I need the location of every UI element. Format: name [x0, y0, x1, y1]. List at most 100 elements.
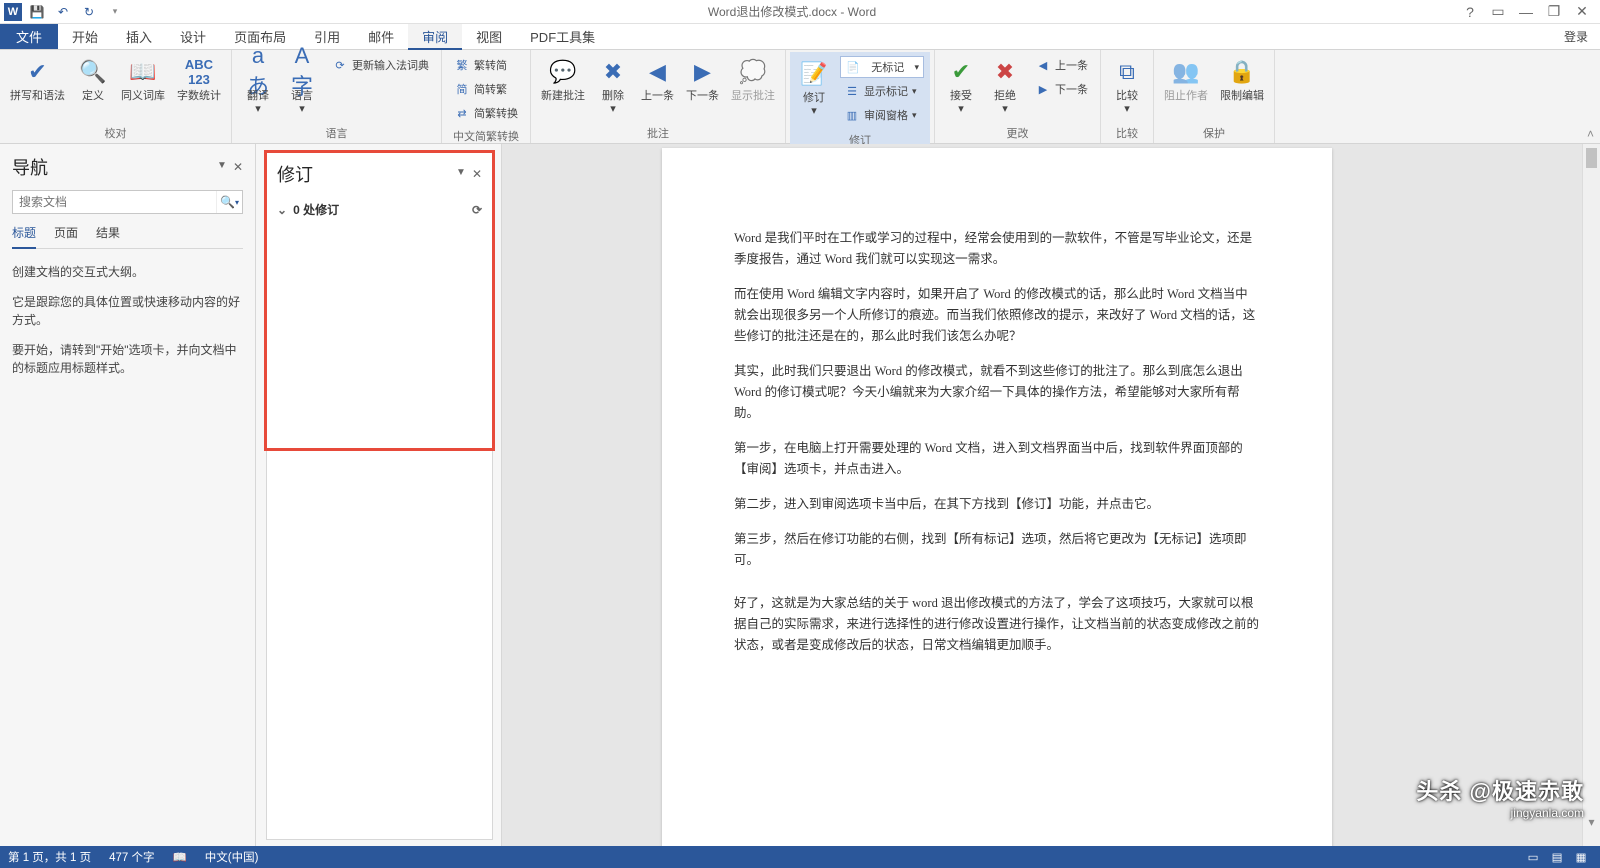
- help-icon[interactable]: ?: [1458, 1, 1482, 23]
- show-comments-icon: 💭: [737, 56, 769, 88]
- track-changes-button[interactable]: 📝修订▾: [792, 54, 836, 122]
- group-tracking: 📝修订▾ 📄无标记▾ ☰显示标记 ▾ ▥审阅窗格 ▾ 修订: [786, 50, 935, 143]
- prev-comment-button[interactable]: ◀上一条: [635, 52, 680, 107]
- redo-icon[interactable]: ↻: [78, 1, 100, 23]
- tab-pdf[interactable]: PDF工具集: [516, 24, 609, 49]
- spelling-button[interactable]: ✔拼写和语法: [4, 52, 71, 107]
- qat-dropdown-icon[interactable]: ▾: [104, 1, 126, 23]
- status-language[interactable]: 中文(中国): [205, 849, 259, 865]
- tab-design[interactable]: 设计: [166, 24, 220, 49]
- nav-close-icon[interactable]: ✕: [233, 160, 243, 174]
- rev-dropdown-icon[interactable]: ▼: [456, 167, 466, 181]
- nav-tab-headings[interactable]: 标题: [12, 224, 36, 249]
- wordcount-button[interactable]: ABC123字数统计: [171, 52, 227, 107]
- define-icon: 🔍: [77, 56, 109, 88]
- collapse-ribbon-icon[interactable]: ˄: [1587, 127, 1594, 141]
- restrict-editing-button[interactable]: 🔒限制编辑: [1214, 52, 1270, 107]
- ribbon-options-icon[interactable]: ▭: [1486, 1, 1510, 23]
- show-markup-button[interactable]: ☰显示标记 ▾: [840, 80, 924, 102]
- next-comment-button[interactable]: ▶下一条: [680, 52, 725, 107]
- reviewing-pane-button[interactable]: ▥审阅窗格 ▾: [840, 104, 924, 126]
- paragraph[interactable]: 第一步，在电脑上打开需要处理的 Word 文档，进入到文档界面当中后，找到软件界…: [734, 438, 1260, 480]
- word-app-icon[interactable]: W: [4, 3, 22, 21]
- tab-review[interactable]: 审阅: [408, 24, 462, 50]
- vertical-scrollbar[interactable]: ▴ ▾: [1582, 144, 1600, 846]
- tab-home[interactable]: 开始: [58, 24, 112, 49]
- group-label: 中文简繁转换: [446, 126, 526, 146]
- nav-tabs: 标题 页面 结果: [12, 224, 243, 249]
- accept-button[interactable]: ✔接受▾: [939, 52, 983, 120]
- page[interactable]: Word 是我们平时在工作或学习的过程中，经常会使用到的一款软件，不管是写毕业论…: [662, 148, 1332, 846]
- scroll-down-icon[interactable]: ▾: [1583, 814, 1600, 830]
- simp-to-trad-button[interactable]: 简简转繁: [450, 78, 522, 100]
- accept-icon: ✔: [945, 56, 977, 88]
- tab-view[interactable]: 视图: [462, 24, 516, 49]
- nav-tab-pages[interactable]: 页面: [54, 224, 78, 248]
- rev-collapse-icon[interactable]: ⌄: [277, 203, 287, 217]
- nav-search[interactable]: 🔍▾: [12, 190, 243, 214]
- group-protect: 👥阻止作者 🔒限制编辑 保护: [1154, 50, 1275, 143]
- nav-search-input[interactable]: [13, 191, 216, 213]
- status-bar: 第 1 页，共 1 页 477 个字 📖 中文(中国) ▭ ▤ ▦: [0, 846, 1600, 868]
- document-area[interactable]: Word 是我们平时在工作或学习的过程中，经常会使用到的一款软件，不管是写毕业论…: [502, 144, 1600, 846]
- status-proof-icon[interactable]: 📖: [172, 850, 186, 864]
- translate-button[interactable]: aあ翻译▾: [236, 52, 280, 120]
- delete-comment-button[interactable]: ✖删除▾: [591, 52, 635, 120]
- status-page[interactable]: 第 1 页，共 1 页: [8, 849, 91, 865]
- define-button[interactable]: 🔍定义: [71, 52, 115, 107]
- restore-icon[interactable]: ❐: [1542, 1, 1566, 23]
- scroll-thumb[interactable]: [1586, 148, 1597, 168]
- minimize-icon[interactable]: —: [1514, 1, 1538, 23]
- language-icon: A字: [286, 56, 318, 88]
- tab-file[interactable]: 文件: [0, 24, 58, 49]
- compare-button[interactable]: ⧉比较▾: [1105, 52, 1149, 120]
- search-icon[interactable]: 🔍▾: [216, 191, 242, 213]
- prev-change-icon: ◀: [1035, 57, 1051, 73]
- reviewing-pane-icon: ▥: [844, 107, 860, 123]
- trad-to-simp-button[interactable]: 繁繁转简: [450, 54, 522, 76]
- paragraph[interactable]: 好了，这就是为大家总结的关于 word 退出修改模式的方法了，学会了这项技巧，大…: [734, 593, 1260, 656]
- group-changes: ✔接受▾ ✖拒绝▾ ◀上一条 ▶下一条 更改: [935, 50, 1101, 143]
- save-icon[interactable]: 💾: [26, 1, 48, 23]
- tab-insert[interactable]: 插入: [112, 24, 166, 49]
- language-button[interactable]: A字语言▾: [280, 52, 324, 120]
- thesaurus-button[interactable]: 📖同义词库: [115, 52, 171, 107]
- undo-icon[interactable]: ↶: [52, 1, 74, 23]
- both-convert-button[interactable]: ⇄简繁转换: [450, 102, 522, 124]
- display-mode-dropdown[interactable]: 📄无标记▾: [840, 56, 924, 78]
- paragraph[interactable]: 第二步，进入到审阅选项卡当中后，在其下方找到【修订】功能，并点击它。: [734, 494, 1260, 515]
- spelling-icon: ✔: [22, 56, 54, 88]
- paragraph[interactable]: 第三步，然后在修订功能的右侧，找到【所有标记】选项，然后将它更改为【无标记】选项…: [734, 529, 1260, 571]
- window-controls: ? ▭ — ❐ ✕: [1458, 1, 1600, 23]
- watermark: 头杀 @极速赤敢 jingyanla.com: [1416, 774, 1584, 820]
- group-language: aあ翻译▾ A字语言▾ ⟳更新输入法词典 语言: [232, 50, 442, 143]
- track-changes-icon: 📝: [798, 58, 830, 90]
- login-link[interactable]: 登录: [1552, 24, 1600, 49]
- new-comment-button[interactable]: 💬新建批注: [535, 52, 591, 107]
- reject-button[interactable]: ✖拒绝▾: [983, 52, 1027, 120]
- view-web-icon[interactable]: ▦: [1570, 848, 1592, 866]
- group-label: 校对: [4, 123, 227, 143]
- nav-tab-results[interactable]: 结果: [96, 224, 120, 248]
- rev-close-icon[interactable]: ✕: [472, 167, 482, 181]
- rev-refresh-icon[interactable]: ⟳: [472, 203, 482, 217]
- close-icon[interactable]: ✕: [1570, 1, 1594, 23]
- rev-list-body: [266, 451, 493, 840]
- tab-mailings[interactable]: 邮件: [354, 24, 408, 49]
- revisions-pane: 修订 ▼ ✕ ⌄0 处修订 ⟳: [256, 144, 502, 846]
- next-change-button[interactable]: ▶下一条: [1031, 78, 1092, 100]
- nav-dropdown-icon[interactable]: ▼: [217, 160, 227, 174]
- update-ime-button[interactable]: ⟳更新输入法词典: [328, 54, 433, 76]
- delete-comment-icon: ✖: [597, 56, 629, 88]
- block-authors-button[interactable]: 👥阻止作者: [1158, 52, 1214, 107]
- paragraph[interactable]: 而在使用 Word 编辑文字内容时，如果开启了 Word 的修改模式的话，那么此…: [734, 284, 1260, 347]
- paragraph[interactable]: 其实，此时我们只要退出 Word 的修改模式，就看不到这些修订的批注了。那么到底…: [734, 361, 1260, 424]
- paragraph[interactable]: Word 是我们平时在工作或学习的过程中，经常会使用到的一款软件，不管是写毕业论…: [734, 228, 1260, 270]
- view-print-icon[interactable]: ▤: [1546, 848, 1568, 866]
- prev-change-button[interactable]: ◀上一条: [1031, 54, 1092, 76]
- group-label: 比较: [1105, 123, 1149, 143]
- show-comments-button[interactable]: 💭显示批注: [725, 52, 781, 107]
- wordcount-icon: ABC123: [183, 56, 215, 88]
- status-wordcount[interactable]: 477 个字: [109, 849, 154, 865]
- view-read-icon[interactable]: ▭: [1522, 848, 1544, 866]
